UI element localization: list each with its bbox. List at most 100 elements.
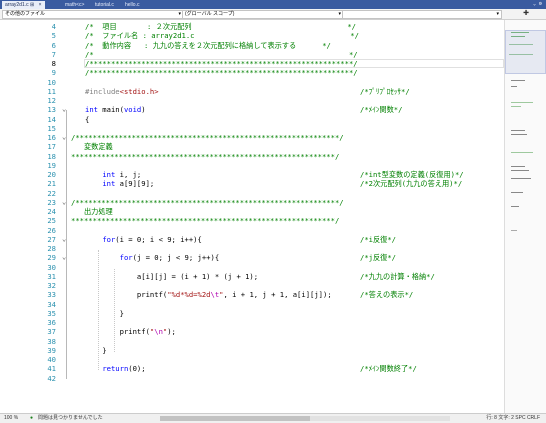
- code-line[interactable]: 28: [0, 244, 504, 254]
- scrollbar-minimap[interactable]: [504, 20, 546, 413]
- code-line[interactable]: 29 ⌄ for(j = 0; j < 9; j++){/*j反復*/: [0, 253, 504, 263]
- tab-overflow-icon[interactable]: ⌄ ⚙: [533, 0, 542, 9]
- line-number: 42: [47, 373, 56, 383]
- code-line[interactable]: 26: [0, 226, 504, 236]
- code-line[interactable]: 27 ⌄ for(i = 0; i < 9; i++){ /*i反復*/: [0, 235, 504, 245]
- code-line[interactable]: 14 {: [0, 115, 504, 125]
- minimap-viewport[interactable]: [505, 30, 546, 74]
- code-line[interactable]: 19: [0, 161, 504, 171]
- tab-math[interactable]: math<c>: [62, 1, 87, 9]
- code-line[interactable]: 41 return(0); /*ﾒｲﾝ関数終了*/: [0, 364, 504, 374]
- line-number: 36: [47, 318, 56, 327]
- code-line[interactable]: 13 ⌄ int main(void) /*ﾒｲﾝ関数*/: [0, 105, 504, 115]
- code-line[interactable]: 25 **************************************…: [0, 216, 504, 226]
- tab-label: math<c>: [65, 2, 85, 8]
- code-line[interactable]: 39 }: [0, 346, 504, 356]
- line-number: 40: [47, 355, 56, 364]
- code-text: }: [85, 308, 124, 318]
- line-number: 31: [47, 271, 56, 281]
- code-line[interactable]: 35 }: [0, 309, 504, 319]
- project-dropdown[interactable]: その他のファイル ▾: [2, 10, 184, 19]
- scope-dropdown[interactable]: (グローバル スコープ) ▾: [182, 10, 344, 19]
- code-line[interactable]: 9 /**************************************…: [0, 68, 504, 78]
- chevron-down-icon: ▾: [178, 11, 181, 17]
- code-line[interactable]: 31 a[i][j] = (i + 1) * (j + 1); /*九九の計算・格…: [0, 272, 504, 282]
- code-line[interactable]: 5 /* ファイル名 : array2d1.c */: [0, 31, 504, 41]
- fold-toggle-icon[interactable]: ⌄: [62, 105, 72, 115]
- line-number: 32: [47, 281, 56, 290]
- horizontal-scrollbar[interactable]: [160, 416, 450, 421]
- code-text: /* */: [85, 49, 358, 59]
- code-line[interactable]: 22: [0, 189, 504, 199]
- pin-icon[interactable]: ⊞: [30, 2, 34, 8]
- code-line[interactable]: 24 出力処理: [0, 207, 504, 217]
- code-text: printf("%d*%d=%2d\t", i + 1, j + 1, a[i]…: [85, 290, 332, 300]
- chevron-down-icon: ▾: [338, 11, 341, 17]
- code-text: /***************************************…: [85, 68, 358, 78]
- line-number: 27: [47, 234, 56, 244]
- fold-toggle-icon[interactable]: ⌄: [62, 253, 72, 263]
- code-line[interactable]: 15: [0, 124, 504, 134]
- code-editor[interactable]: 4 /* 項目 : ２次元配列 */ 5 /* ファイル名 : array2d1.c …: [0, 20, 504, 413]
- code-line[interactable]: 36: [0, 318, 504, 328]
- code-line[interactable]: 37 printf("\n");: [0, 327, 504, 337]
- code-text: /* 動作内容 : 九九の答えを２次元配列に格納して表示する */: [85, 40, 331, 50]
- code-line[interactable]: 8/**************************************…: [0, 59, 504, 69]
- minimap-mark: [511, 178, 531, 179]
- code-text: for(i = 0; i < 9; i++){: [102, 234, 202, 244]
- code-line[interactable]: 38: [0, 337, 504, 347]
- member-dropdown[interactable]: ▾: [342, 10, 502, 19]
- trailing-comment: /*ﾒｲﾝ関数終了*/: [360, 364, 417, 374]
- code-line[interactable]: 16 ⌄/************************************…: [0, 133, 504, 143]
- code-text: for(j = 0; j < 9; j++){: [119, 253, 220, 263]
- tab-label: tutorial.c: [95, 2, 114, 8]
- code-text: #include<stdio.h>: [85, 86, 159, 96]
- line-number: 22: [47, 188, 56, 198]
- code-line[interactable]: 6 /* 動作内容 : 九九の答えを２次元配列に格納して表示する */: [0, 41, 504, 51]
- code-line[interactable]: 7 /* */: [0, 50, 504, 60]
- minimap-mark: [511, 106, 521, 107]
- code-line[interactable]: 40: [0, 355, 504, 365]
- scrollbar-thumb[interactable]: [160, 416, 310, 421]
- code-line[interactable]: 30: [0, 263, 504, 273]
- minimap-mark: [511, 230, 517, 231]
- minimap-mark: [511, 86, 517, 87]
- code-text: ****************************************…: [71, 151, 340, 161]
- code-text: {: [85, 114, 90, 124]
- split-window-button[interactable]: ✚: [514, 9, 538, 19]
- minimap-mark: [511, 152, 533, 153]
- code-line[interactable]: 42: [0, 374, 504, 384]
- code-line[interactable]: 20 int i, j; /*int型変数の定義(反復用)*/: [0, 170, 504, 180]
- code-line[interactable]: 33 printf("%d*%d=%2d\t", i + 1, j + 1, a…: [0, 290, 504, 300]
- line-number: 30: [47, 262, 56, 272]
- line-number: 19: [47, 160, 56, 170]
- trailing-comment: /*i反復*/: [360, 234, 397, 244]
- line-number: 10: [47, 77, 56, 87]
- line-number: 16: [47, 133, 56, 142]
- line-number: 6: [51, 40, 56, 50]
- code-text: 変数定義: [71, 142, 113, 152]
- code-line[interactable]: 34: [0, 300, 504, 310]
- minimap-mark: [511, 166, 525, 167]
- minimap-mark: [511, 192, 523, 193]
- line-number: 5: [51, 31, 56, 41]
- line-number: 11: [47, 86, 56, 96]
- code-text: /***************************************…: [71, 197, 344, 207]
- code-line[interactable]: 32: [0, 281, 504, 291]
- code-line[interactable]: 23 ⌄/************************************…: [0, 198, 504, 208]
- code-line[interactable]: 12: [0, 96, 504, 106]
- close-icon[interactable]: ×: [39, 2, 42, 8]
- tab-hello[interactable]: hello.c: [122, 1, 142, 9]
- code-line[interactable]: 10: [0, 78, 504, 88]
- code-line[interactable]: 18 **************************************…: [0, 152, 504, 162]
- line-number: 20: [47, 170, 56, 179]
- fold-toggle-icon[interactable]: ⌄: [62, 235, 72, 245]
- minimap-mark: [511, 134, 527, 135]
- code-line[interactable]: 21 int a[9][9]; /*2次元配列(九九の答え用)*/: [0, 179, 504, 189]
- code-line[interactable]: 17 変数定義: [0, 142, 504, 152]
- code-line[interactable]: 11 #include<stdio.h> /*ﾌﾟﾘﾌﾟﾛｾｯｻ*/: [0, 87, 504, 97]
- tab-array2d1[interactable]: array2d1.c ⊞ ×: [2, 1, 45, 9]
- code-line[interactable]: 4 /* 項目 : ２次元配列 */: [0, 22, 504, 32]
- tab-tutorial[interactable]: tutorial.c: [92, 1, 117, 9]
- line-number: 7: [51, 49, 56, 59]
